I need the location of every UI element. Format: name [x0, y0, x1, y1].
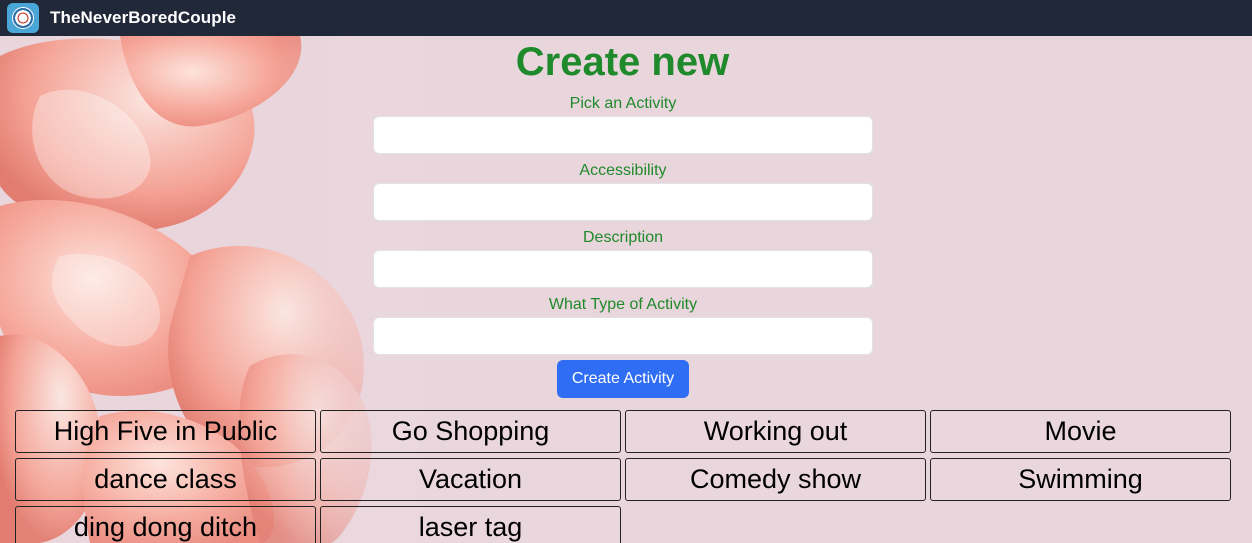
main-content: Create new Pick an Activity Accessibilit… [0, 36, 1252, 543]
activity-type-label: What Type of Activity [548, 296, 698, 313]
create-activity-button[interactable]: Create Activity [557, 360, 689, 398]
activity-card[interactable]: Vacation [320, 458, 621, 501]
description-input[interactable] [373, 250, 873, 288]
couple-logo-icon[interactable] [7, 3, 39, 33]
activity-card[interactable]: ding dong ditch [15, 506, 316, 543]
activity-card[interactable]: Go Shopping [320, 410, 621, 453]
accessibility-label: Accessibility [579, 162, 667, 179]
activity-type-input[interactable] [373, 317, 873, 355]
description-label: Description [582, 229, 664, 246]
activity-card[interactable]: Comedy show [625, 458, 926, 501]
activity-card[interactable]: Working out [625, 410, 926, 453]
activity-name-label: Pick an Activity [569, 95, 677, 112]
activity-card[interactable]: Swimming [930, 458, 1231, 501]
brand-name[interactable]: TheNeverBoredCouple [50, 8, 236, 28]
activity-card[interactable]: dance class [15, 458, 316, 501]
activity-card[interactable]: High Five in Public [15, 410, 316, 453]
page-title: Create new [515, 40, 730, 84]
accessibility-input[interactable] [373, 183, 873, 221]
navbar: TheNeverBoredCouple [0, 0, 1252, 36]
activity-card[interactable]: Movie [930, 410, 1231, 453]
activity-card[interactable]: laser tag [320, 506, 621, 543]
activity-name-input[interactable] [373, 116, 873, 154]
activity-list: High Five in Public Go Shopping Working … [15, 410, 1232, 543]
